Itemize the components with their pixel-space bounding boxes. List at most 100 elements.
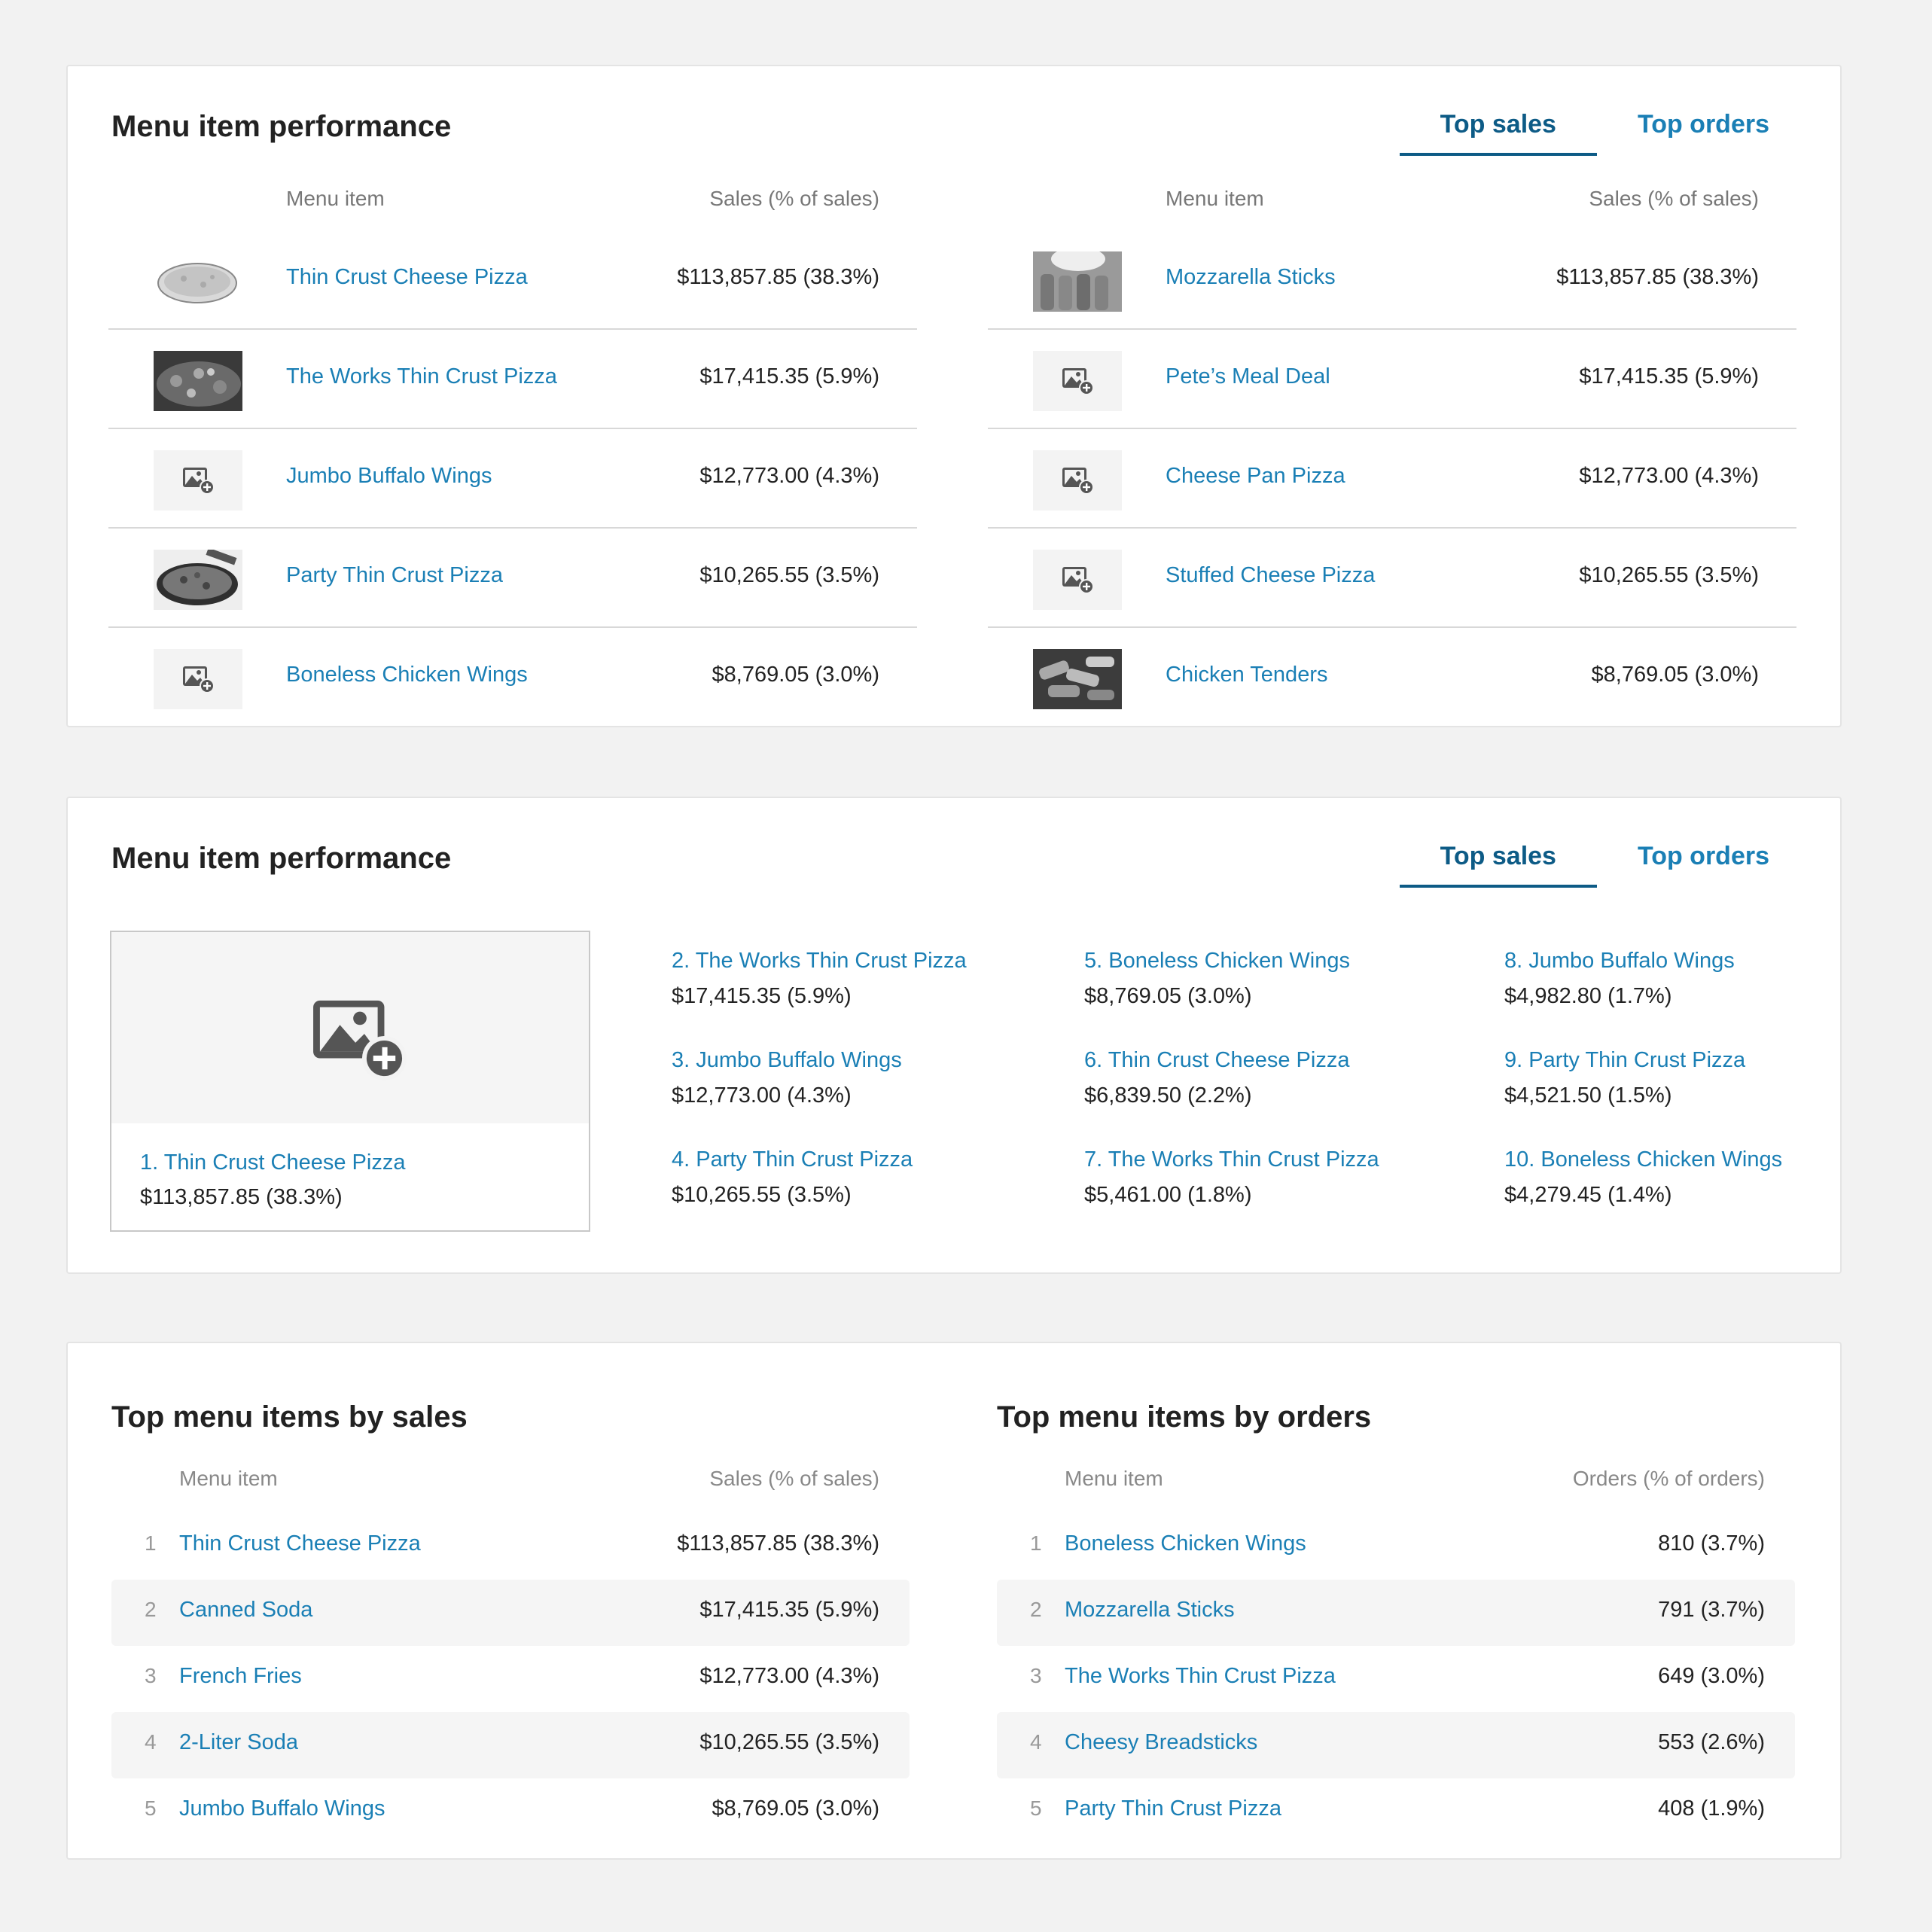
table-row: 4 2-Liter Soda $10,265.55 (3.5%) xyxy=(111,1712,910,1778)
menu-item-link[interactable]: French Fries xyxy=(179,1664,302,1689)
featured-item-value: $113,857.85 (38.3%) xyxy=(140,1185,343,1209)
menu-item-link[interactable]: Canned Soda xyxy=(179,1598,312,1623)
rank-number: 3 xyxy=(1030,1664,1042,1687)
menu-item-link[interactable]: 2-Liter Soda xyxy=(179,1730,298,1755)
menu-item-link[interactable]: The Works Thin Crust Pizza xyxy=(286,364,557,389)
table-row: Mozzarella Sticks $113,857.85 (38.3%) xyxy=(988,230,1796,330)
add-image-placeholder[interactable] xyxy=(1033,450,1122,510)
rank-number: 1 xyxy=(1030,1531,1042,1555)
rank-number: 5 xyxy=(1030,1796,1042,1820)
menu-item-link[interactable]: Party Thin Crust Pizza xyxy=(286,563,503,588)
ranked-item-link[interactable]: 7. The Works Thin Crust Pizza xyxy=(1084,1147,1446,1172)
sales-value: $10,265.55 (3.5%) xyxy=(699,563,879,587)
rank-number: 1 xyxy=(145,1531,157,1555)
ranked-item-link[interactable]: 9. Party Thin Crust Pizza xyxy=(1504,1048,1866,1073)
ranked-item-value: $4,982.80 (1.7%) xyxy=(1504,984,1672,1008)
mozzarella-photo[interactable] xyxy=(1033,251,1122,312)
table-row: Party Thin Crust Pizza $10,265.55 (3.5%) xyxy=(108,529,917,628)
tab-top-orders[interactable]: Top orders xyxy=(1597,105,1769,156)
sales-value: $113,857.85 (38.3%) xyxy=(677,1531,879,1556)
table-row: 2 Mozzarella Sticks 791 (3.7%) xyxy=(997,1580,1795,1646)
ranked-item-link[interactable]: 2. The Works Thin Crust Pizza xyxy=(672,949,1033,974)
ranked-item-link[interactable]: 8. Jumbo Buffalo Wings xyxy=(1504,949,1866,974)
sales-value: $8,769.05 (3.0%) xyxy=(712,663,879,687)
menu-item-link[interactable]: Chicken Tenders xyxy=(1166,663,1327,687)
table-row: 2 Canned Soda $17,415.35 (5.9%) xyxy=(111,1580,910,1646)
ranked-item-value: $10,265.55 (3.5%) xyxy=(672,1183,852,1207)
add-image-placeholder[interactable] xyxy=(154,649,242,709)
performance-table-right: Menu item Sales (% of sales) Mozzarella … xyxy=(988,187,1796,726)
ranked-item[interactable]: 10. Boneless Chicken Wings $4,279.45 (1.… xyxy=(1504,1147,1866,1208)
sales-section-title: Top menu items by sales xyxy=(111,1400,468,1434)
menu-item-link[interactable]: Cheesy Breadsticks xyxy=(1065,1730,1257,1755)
ranked-item-link[interactable]: 4. Party Thin Crust Pizza xyxy=(672,1147,1033,1172)
add-image-icon xyxy=(1062,565,1095,595)
ranked-item[interactable]: 9. Party Thin Crust Pizza $4,521.50 (1.5… xyxy=(1504,1048,1866,1108)
pizza-photo[interactable] xyxy=(154,351,242,411)
sales-value: $17,415.35 (5.9%) xyxy=(1579,364,1759,389)
tab-top-orders[interactable]: Top orders xyxy=(1597,837,1769,888)
ranked-item-link[interactable]: 10. Boneless Chicken Wings xyxy=(1504,1147,1866,1172)
tabs: Top sales Top orders xyxy=(1399,105,1769,156)
featured-item-link[interactable]: 1. Thin Crust Cheese Pizza xyxy=(140,1150,405,1175)
ranked-item-link[interactable]: 3. Jumbo Buffalo Wings xyxy=(672,1048,1033,1073)
featured-item-card[interactable]: 1. Thin Crust Cheese Pizza $113,857.85 (… xyxy=(110,931,590,1232)
table-row: Cheese Pan Pizza $12,773.00 (4.3%) xyxy=(988,429,1796,529)
menu-item-link[interactable]: Stuffed Cheese Pizza xyxy=(1166,563,1375,588)
menu-item-link[interactable]: Boneless Chicken Wings xyxy=(1065,1531,1306,1556)
sales-value: $113,857.85 (38.3%) xyxy=(677,265,879,289)
table-row: 4 Cheesy Breadsticks 553 (2.6%) xyxy=(997,1712,1795,1778)
add-image-icon xyxy=(182,465,215,495)
ranked-item[interactable]: 5. Boneless Chicken Wings $8,769.05 (3.0… xyxy=(1084,949,1446,1009)
add-image-placeholder[interactable] xyxy=(1033,351,1122,411)
menu-item-link[interactable]: Party Thin Crust Pizza xyxy=(1065,1796,1281,1821)
tabs: Top sales Top orders xyxy=(1399,837,1769,888)
sales-value: $113,857.85 (38.3%) xyxy=(1556,265,1759,289)
sales-value: $10,265.55 (3.5%) xyxy=(1579,563,1759,587)
add-image-placeholder[interactable] xyxy=(1033,550,1122,610)
column-header-item: Menu item xyxy=(1065,1467,1163,1490)
add-image-icon xyxy=(1062,465,1095,495)
ranked-item[interactable]: 2. The Works Thin Crust Pizza $17,415.35… xyxy=(672,949,1033,1009)
ranked-item[interactable]: 4. Party Thin Crust Pizza $10,265.55 (3.… xyxy=(672,1147,1033,1208)
column-header-sales: Sales (% of sales) xyxy=(1589,187,1759,210)
add-image-placeholder[interactable] xyxy=(111,932,589,1123)
menu-item-link[interactable]: The Works Thin Crust Pizza xyxy=(1065,1664,1336,1689)
menu-item-link[interactable]: Pete’s Meal Deal xyxy=(1166,364,1330,389)
ranked-item-link[interactable]: 6. Thin Crust Cheese Pizza xyxy=(1084,1048,1446,1073)
ranked-item[interactable]: 6. Thin Crust Cheese Pizza $6,839.50 (2.… xyxy=(1084,1048,1446,1108)
performance-table-left: Menu item Sales (% of sales) Thin Crust … xyxy=(108,187,917,726)
menu-item-link[interactable]: Cheese Pan Pizza xyxy=(1166,464,1345,489)
orders-value: 408 (1.9%) xyxy=(1658,1796,1765,1821)
table-row: 3 French Fries $12,773.00 (4.3%) xyxy=(111,1646,910,1712)
tab-top-sales[interactable]: Top sales xyxy=(1399,105,1597,156)
card-title: Menu item performance xyxy=(111,110,452,143)
menu-item-link[interactable]: Mozzarella Sticks xyxy=(1166,265,1336,290)
rank-number: 5 xyxy=(145,1796,157,1820)
menu-item-link[interactable]: Thin Crust Cheese Pizza xyxy=(179,1531,421,1556)
menu-item-link[interactable]: Jumbo Buffalo Wings xyxy=(286,464,492,489)
table-row: 1 Boneless Chicken Wings 810 (3.7%) xyxy=(997,1513,1795,1580)
ranked-item[interactable]: 7. The Works Thin Crust Pizza $5,461.00 … xyxy=(1084,1147,1446,1208)
column-header-sales: Sales (% of sales) xyxy=(709,1467,879,1490)
pizza-photo[interactable] xyxy=(154,550,242,610)
table-header: Menu item Sales (% of sales) xyxy=(108,187,917,230)
ranked-item-link[interactable]: 5. Boneless Chicken Wings xyxy=(1084,949,1446,974)
pizza-photo[interactable] xyxy=(154,251,242,312)
menu-item-link[interactable]: Boneless Chicken Wings xyxy=(286,663,528,687)
orders-value: 649 (3.0%) xyxy=(1658,1664,1765,1688)
orders-section-title: Top menu items by orders xyxy=(997,1400,1372,1434)
ranked-item[interactable]: 8. Jumbo Buffalo Wings $4,982.80 (1.7%) xyxy=(1504,949,1866,1009)
menu-item-link[interactable]: Thin Crust Cheese Pizza xyxy=(286,265,528,290)
menu-performance-table-card: Menu item performance Top sales Top orde… xyxy=(66,65,1842,727)
tenders-photo[interactable] xyxy=(1033,649,1122,709)
table-row: The Works Thin Crust Pizza $17,415.35 (5… xyxy=(108,330,917,429)
menu-item-link[interactable]: Jumbo Buffalo Wings xyxy=(179,1796,385,1821)
tab-top-sales[interactable]: Top sales xyxy=(1399,837,1597,888)
ranked-item[interactable]: 3. Jumbo Buffalo Wings $12,773.00 (4.3%) xyxy=(672,1048,1033,1108)
ranked-item-value: $4,521.50 (1.5%) xyxy=(1504,1083,1672,1108)
table-row: 1 Thin Crust Cheese Pizza $113,857.85 (3… xyxy=(111,1513,910,1580)
column-header-sales: Sales (% of sales) xyxy=(709,187,879,210)
add-image-placeholder[interactable] xyxy=(154,450,242,510)
menu-item-link[interactable]: Mozzarella Sticks xyxy=(1065,1598,1235,1623)
